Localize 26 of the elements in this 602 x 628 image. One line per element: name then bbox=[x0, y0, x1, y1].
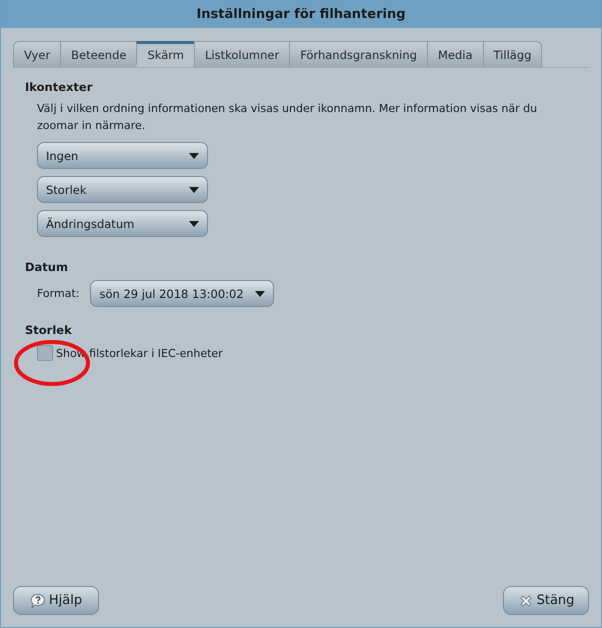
caret-icon bbox=[189, 186, 199, 192]
close-icon bbox=[518, 592, 534, 608]
tab[interactable]: Tillägg bbox=[482, 41, 542, 67]
window-title: Inställningar för filhantering bbox=[196, 6, 406, 22]
caret-icon bbox=[189, 152, 199, 158]
section-heading: Storlek bbox=[25, 323, 73, 337]
section-heading: Ikontexter bbox=[25, 80, 94, 94]
tab[interactable]: Vyer bbox=[13, 41, 60, 67]
dropdown[interactable]: Ingen bbox=[37, 142, 208, 169]
format-dropdown[interactable]: sön 29 jul 2018 13:00:02 bbox=[90, 280, 274, 307]
checkbox[interactable] bbox=[37, 345, 53, 361]
tab[interactable]: Skärm bbox=[136, 41, 194, 65]
speech-bubble-icon bbox=[30, 592, 46, 608]
caret-icon bbox=[255, 290, 266, 296]
tab[interactable]: Media bbox=[426, 41, 483, 67]
tab[interactable]: Förhandsgranskning bbox=[289, 41, 427, 67]
tab[interactable]: Listkolumner bbox=[194, 41, 290, 67]
format-label: Format: bbox=[37, 287, 80, 300]
close-button[interactable]: Stäng bbox=[503, 586, 589, 615]
section-heading: Datum bbox=[25, 260, 69, 274]
dropdown[interactable]: Ändringsdatum bbox=[37, 210, 208, 237]
description-text: Välj i vilken ordning informationen ska visas under ikonnamn. Mer information visas när du zoomar in närmare. bbox=[37, 101, 538, 134]
help-button[interactable]: Hjälp bbox=[13, 586, 99, 615]
caret-icon bbox=[189, 220, 199, 226]
dropdown[interactable]: Storlek bbox=[37, 176, 208, 203]
tab[interactable]: Beteende bbox=[60, 41, 136, 67]
